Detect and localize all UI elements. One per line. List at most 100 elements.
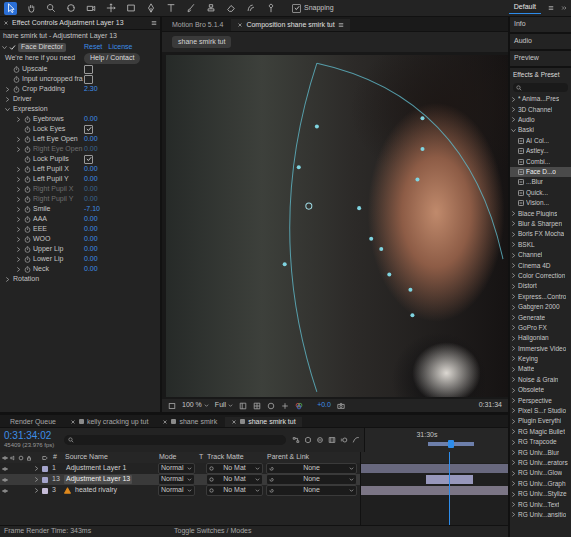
effect-parameter[interactable]: EEE0.00 — [0, 224, 160, 234]
effect-parameter[interactable]: Expression — [0, 104, 160, 114]
column-header[interactable]: Track Matte — [206, 453, 266, 461]
tool-button[interactable] — [164, 2, 177, 15]
eye-icon[interactable] — [2, 477, 8, 483]
effects-tree-item[interactable]: Matte — [510, 364, 571, 374]
layer-name[interactable]: Adjustment Layer 13 — [64, 475, 132, 483]
effects-tree-item[interactable]: Obsolete — [510, 385, 571, 395]
twirl-icon[interactable] — [511, 450, 516, 455]
effects-tree-item[interactable]: Distort — [510, 281, 571, 291]
effects-tree-item[interactable]: Keying — [510, 354, 571, 364]
toggle-switches-modes[interactable]: Toggle Switches / Modes — [174, 527, 251, 535]
track-matte-dropdown[interactable]: No Mat — [206, 463, 263, 473]
playhead-line[interactable] — [449, 452, 450, 525]
frame-blending-icon[interactable] — [328, 436, 336, 444]
layer-name[interactable]: Adjustment Layer 1 — [64, 464, 128, 472]
effects-tree-item[interactable]: Cinema 4D — [510, 260, 571, 270]
collapsed-panel[interactable]: Preview — [510, 51, 571, 68]
effect-parameter[interactable]: Lock Eyes — [0, 124, 160, 134]
more-workspaces-icon[interactable] — [561, 5, 567, 11]
comp-flowchart-icon[interactable] — [292, 436, 300, 444]
twirl-icon[interactable] — [511, 294, 516, 299]
twirl-icon[interactable] — [511, 502, 516, 507]
tool-button[interactable] — [44, 2, 57, 15]
close-icon[interactable] — [162, 419, 168, 425]
effects-tree-item[interactable]: BSKL — [510, 239, 571, 249]
parameter-value[interactable]: 2.30 — [84, 85, 98, 93]
effects-tree-item[interactable]: Vision... — [510, 198, 571, 208]
transparency-grid-icon[interactable] — [253, 402, 261, 410]
column-header[interactable]: Parent & Link — [266, 453, 360, 461]
layer-name[interactable]: heated rivalry — [73, 486, 119, 494]
effect-parameter[interactable]: Left Pupil X0.00 — [0, 164, 160, 174]
stopwatch-icon[interactable] — [24, 206, 31, 213]
column-header[interactable]: Source Name — [64, 453, 158, 461]
twirl-icon[interactable] — [16, 197, 21, 202]
effects-search-field[interactable] — [513, 83, 568, 92]
effect-enable-checkbox[interactable] — [9, 44, 16, 51]
label-color-swatch[interactable] — [42, 477, 48, 483]
effect-parameter[interactable]: Rotation — [0, 274, 160, 284]
preserve-transparency-switch[interactable] — [198, 466, 204, 472]
twirl-icon[interactable] — [511, 315, 516, 320]
label-color-swatch[interactable] — [42, 466, 48, 472]
color-channel-icon[interactable] — [295, 402, 303, 410]
effect-parameter[interactable]: Left Pupil Y0.00 — [0, 174, 160, 184]
effects-tree-item[interactable]: Plugin Everythi — [510, 416, 571, 426]
twirl-icon[interactable] — [16, 117, 21, 122]
stopwatch-icon[interactable] — [24, 216, 31, 223]
stopwatch-icon[interactable] — [24, 156, 31, 163]
label-color-swatch[interactable] — [42, 488, 48, 494]
effects-tree-item[interactable]: Haligonian — [510, 333, 571, 343]
twirl-icon[interactable] — [5, 277, 10, 282]
tool-button[interactable] — [204, 2, 217, 15]
audio-switch[interactable] — [10, 488, 16, 494]
parameter-value[interactable]: 0.00 — [84, 185, 98, 193]
effects-tree-item[interactable]: Boris FX Mocha — [510, 229, 571, 239]
audio-switch[interactable] — [10, 466, 16, 472]
twirl-icon[interactable] — [511, 356, 516, 361]
effects-tree-item[interactable]: Blur & Sharpen — [510, 219, 571, 229]
column-header[interactable]: Mode — [158, 453, 198, 461]
twirl-icon[interactable] — [511, 273, 516, 278]
parameter-value[interactable]: 0.00 — [84, 255, 98, 263]
close-icon[interactable] — [70, 419, 76, 425]
preserve-transparency-switch[interactable] — [198, 477, 204, 483]
effect-parameter[interactable]: Right Pupil X0.00 — [0, 184, 160, 194]
blend-mode-dropdown[interactable]: Normal — [158, 485, 195, 495]
layer-row[interactable]: 1Adjustment Layer 1NormalNo MatNone — [0, 463, 360, 474]
stopwatch-icon[interactable] — [13, 76, 20, 83]
solo-switch[interactable] — [18, 466, 24, 472]
twirl-icon[interactable] — [16, 147, 21, 152]
twirl-icon[interactable] — [511, 398, 516, 403]
twirl-icon[interactable] — [16, 207, 21, 212]
effects-tree-item[interactable]: Audio — [510, 115, 571, 125]
stopwatch-icon[interactable] — [24, 166, 31, 173]
layer-row[interactable]: 13Adjustment Layer 13NormalNo MatNone — [0, 474, 360, 485]
effects-tree-item[interactable]: Noise & Grain — [510, 375, 571, 385]
snapshot-camera-icon[interactable] — [337, 402, 345, 410]
audio-switch[interactable] — [10, 477, 16, 483]
parent-dropdown[interactable]: None — [266, 463, 357, 473]
viewer-tab[interactable]: Composition shane smirk tut — [231, 19, 349, 31]
tool-button[interactable] — [244, 2, 257, 15]
shy-layers-icon[interactable] — [316, 436, 324, 444]
parameter-value[interactable]: 0.00 — [84, 175, 98, 183]
resolution-dropdown[interactable]: Full — [215, 401, 233, 409]
twirl-icon[interactable] — [5, 87, 10, 92]
twirl-icon[interactable] — [511, 221, 516, 226]
motion-blur-icon[interactable] — [340, 436, 348, 444]
solo-switch[interactable] — [18, 488, 24, 494]
stopwatch-icon[interactable] — [24, 176, 31, 183]
parameter-value[interactable]: 0.00 — [84, 115, 98, 123]
twirl-icon[interactable] — [34, 477, 39, 482]
column-header[interactable]: T — [198, 453, 206, 461]
effects-tree-item[interactable]: Quick... — [510, 188, 571, 198]
preserve-transparency-switch[interactable] — [198, 488, 204, 494]
effects-tree-item[interactable]: Face D...o — [510, 167, 571, 177]
twirl-icon[interactable] — [511, 481, 516, 486]
close-icon[interactable] — [3, 20, 9, 26]
effect-parameter[interactable]: Input uncropped fra — [0, 74, 160, 84]
parameter-value[interactable]: 0.00 — [84, 165, 98, 173]
stopwatch-icon[interactable] — [24, 136, 31, 143]
eye-icon[interactable] — [2, 466, 8, 472]
